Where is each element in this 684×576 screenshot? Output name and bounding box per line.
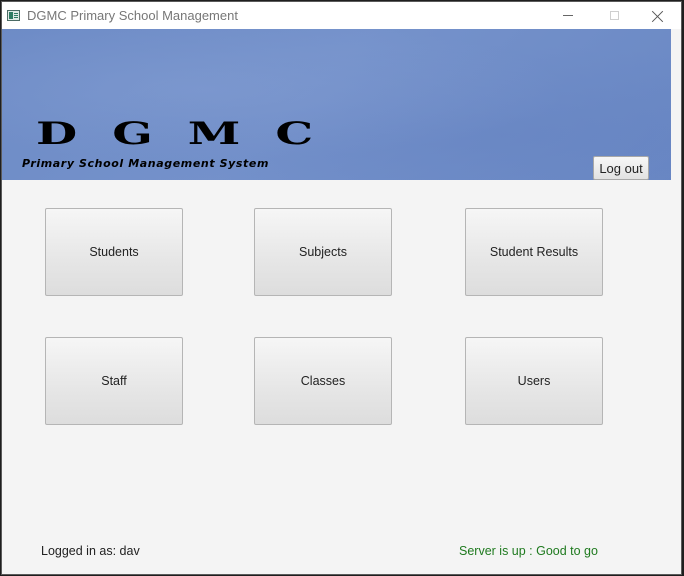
header-banner: DGMC Primary School Management System: [2, 29, 671, 180]
close-button[interactable]: [635, 2, 681, 29]
logged-in-status: Logged in as: dav: [41, 544, 140, 558]
close-icon: [652, 10, 664, 22]
students-button[interactable]: Students: [45, 208, 183, 296]
logo-subtitle: Primary School Management System: [22, 157, 270, 170]
app-window: DGMC Primary School Management DGMC Prim…: [1, 1, 682, 575]
minimize-icon: [563, 15, 573, 16]
classes-button[interactable]: Classes: [254, 337, 392, 425]
subjects-button[interactable]: Subjects: [254, 208, 392, 296]
logo-title: DGMC: [36, 115, 349, 151]
window-title: DGMC Primary School Management: [27, 8, 238, 23]
staff-button[interactable]: Staff: [45, 337, 183, 425]
server-status: Server is up : Good to go: [459, 544, 598, 558]
maximize-icon: [609, 11, 619, 20]
logout-button[interactable]: Log out: [593, 156, 649, 180]
student-results-button[interactable]: Student Results: [465, 208, 603, 296]
maximize-button[interactable]: [591, 2, 637, 29]
title-bar[interactable]: DGMC Primary School Management: [2, 2, 681, 29]
app-window-icon: [7, 10, 20, 21]
users-button[interactable]: Users: [465, 337, 603, 425]
minimize-button[interactable]: [545, 2, 591, 29]
banner-edge: [671, 29, 681, 180]
